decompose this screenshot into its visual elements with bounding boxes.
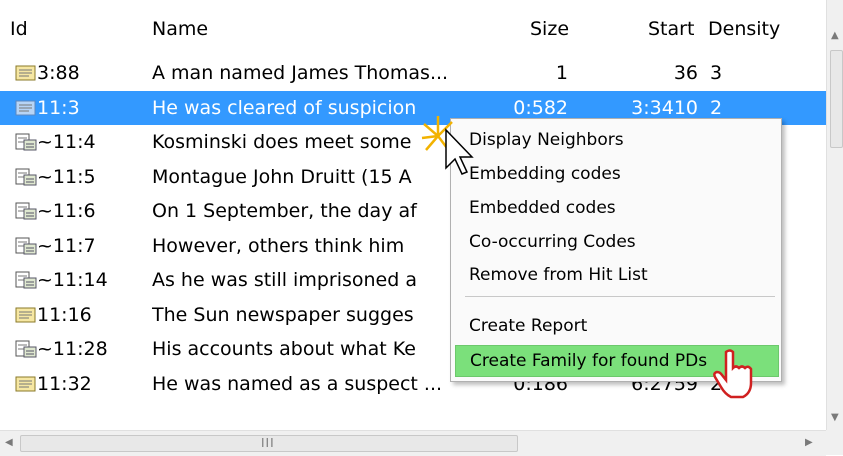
- row-id: 11:32: [37, 372, 92, 395]
- quotation-icon: [15, 307, 36, 322]
- row-id: ~11:6: [37, 200, 96, 222]
- row-density: 3: [710, 62, 723, 84]
- row-name: A man named James Thomas...: [152, 62, 449, 84]
- menu-item-remove-from-hit-list[interactable]: Remove from Hit List: [455, 260, 777, 290]
- arrow-cursor-icon: [421, 116, 474, 175]
- column-header-density[interactable]: Density: [708, 18, 780, 40]
- row-id: 11:3: [37, 96, 80, 119]
- table-row[interactable]: 3:88 A man named James Thomas... 1 36 3: [0, 56, 826, 90]
- scroll-right-arrow-icon[interactable]: ▶: [805, 437, 813, 448]
- grid-header: Id Name Size Start Density: [0, 0, 826, 56]
- scroll-up-arrow-icon[interactable]: ▲: [831, 30, 839, 41]
- menu-item-create-report[interactable]: Create Report: [455, 311, 777, 341]
- row-id: 11:16: [37, 303, 92, 326]
- vertical-scrollbar[interactable]: ▲ ▼: [826, 0, 843, 430]
- row-start: 3:3410: [631, 96, 698, 119]
- menu-separator: [465, 296, 775, 297]
- row-id: ~11:14: [37, 269, 108, 291]
- row-name: The Sun newspaper sugges: [152, 303, 414, 326]
- vertical-scroll-thumb[interactable]: [830, 50, 843, 148]
- menu-item-co-occurring-codes[interactable]: Co-occurring Codes: [455, 227, 777, 257]
- document-link-icon: [15, 168, 37, 185]
- column-header-name[interactable]: Name: [152, 18, 208, 40]
- menu-item-embedding-codes[interactable]: Embedding codes: [455, 159, 777, 189]
- document-link-icon: [15, 340, 37, 358]
- document-link-icon: [15, 133, 37, 151]
- column-header-id[interactable]: Id: [10, 18, 28, 40]
- quotation-icon: [15, 100, 36, 115]
- row-name: As he was still imprisoned a: [152, 269, 417, 291]
- column-header-size[interactable]: Size: [530, 18, 569, 40]
- context-menu: Display Neighbors Embedding codes Embedd…: [450, 118, 782, 382]
- row-id: ~11:5: [37, 165, 96, 188]
- row-size: 1: [555, 62, 568, 84]
- quotation-icon: [15, 65, 36, 81]
- document-link-icon: [15, 271, 37, 289]
- menu-item-embedded-codes[interactable]: Embedded codes: [455, 193, 777, 223]
- row-name: His accounts about what Ke: [152, 338, 416, 360]
- row-id: 3:88: [37, 62, 80, 84]
- scroll-left-arrow-icon[interactable]: ◀: [5, 437, 13, 448]
- row-name: On 1 September, the day af: [152, 200, 417, 222]
- row-start: 36: [673, 62, 698, 84]
- row-id: ~11:4: [37, 131, 96, 153]
- row-id: ~11:7: [37, 234, 96, 257]
- column-header-start[interactable]: Start: [648, 18, 694, 40]
- horizontal-scrollbar[interactable]: ◀ III ▶: [0, 430, 826, 456]
- row-id: ~11:28: [37, 338, 108, 360]
- row-density: 2: [710, 96, 723, 119]
- scrollbar-corner: [826, 430, 843, 455]
- hand-cursor-icon: [713, 349, 753, 399]
- row-name: He was named as a suspect ...: [152, 372, 443, 395]
- scroll-down-arrow-icon[interactable]: ▼: [831, 412, 839, 423]
- row-name: However, others think him: [152, 234, 405, 257]
- scroll-grip: III: [261, 436, 275, 450]
- quotation-icon: [15, 376, 36, 391]
- document-link-icon: [15, 202, 37, 220]
- document-link-icon: [15, 237, 37, 254]
- menu-item-display-neighbors[interactable]: Display Neighbors: [455, 125, 777, 155]
- horizontal-scroll-thumb[interactable]: III: [20, 435, 518, 452]
- row-size: 0:582: [513, 96, 568, 119]
